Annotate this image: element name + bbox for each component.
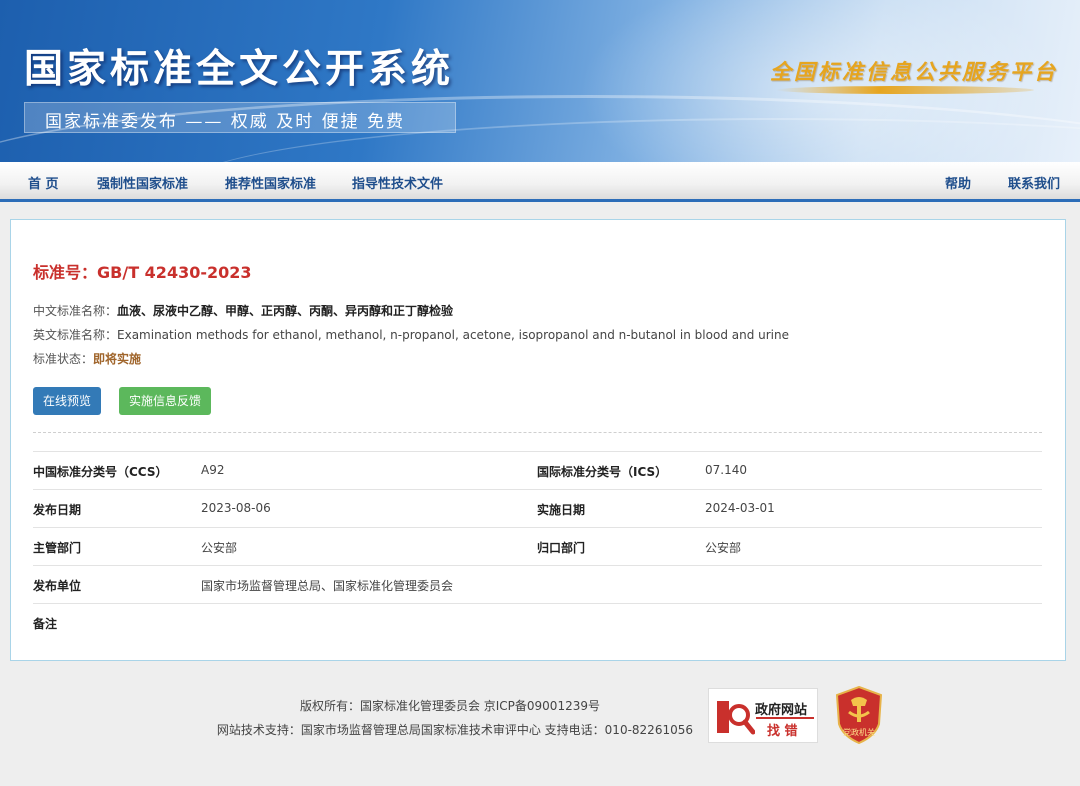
standard-number-label: 标准号： — [33, 263, 98, 282]
platform-brush-stroke — [776, 86, 1034, 94]
status-label: 标准状态： — [33, 352, 94, 366]
implementation-date-label: 实施日期 — [537, 503, 586, 517]
publish-date-value: 2023-08-06 — [201, 501, 271, 515]
nav-item-recommended-standards[interactable]: 推荐性国家标准 — [225, 173, 316, 192]
slogan-text: 国家标准委发布 —— 权威 及时 便捷 免费 — [45, 112, 406, 132]
ccs-value: A92 — [201, 463, 225, 477]
detail-row-remark: 备注 — [33, 603, 1042, 641]
detail-row-issuer: 发布单位 国家市场监督管理总局、国家标准化管理委员会 — [33, 565, 1042, 603]
ccs-label: 中国标准分类号（CCS） — [33, 465, 168, 479]
footer-support: 网站技术支持：国家市场监督管理总局国家标准技术审评中心 支持电话：010-822… — [216, 723, 693, 737]
slogan-box: 国家标准委发布 —— 权威 及时 便捷 免费 — [24, 102, 456, 133]
ics-value: 07.140 — [705, 463, 747, 477]
issuer-value: 国家市场监督管理总局、国家标准化管理委员会 — [201, 579, 454, 593]
competent-dept-label: 主管部门 — [33, 541, 82, 555]
publish-date-label: 发布日期 — [33, 503, 82, 517]
site-title: 国家标准全文公开系统 — [24, 46, 455, 92]
cn-name-value: 血液、尿液中乙醇、甲醇、正丙醇、丙酮、异丙醇和正丁醇检验 — [117, 304, 454, 318]
detail-row-departments: 主管部门 公安部 归口部门 公安部 — [33, 527, 1042, 565]
standard-number: 标准号：GB/T 42430-2023 — [33, 259, 252, 283]
cn-name-row: 中文标准名称：血液、尿液中乙醇、甲醇、正丙醇、丙酮、异丙醇和正丁醇检验 — [33, 302, 453, 319]
technical-owner-label: 归口部门 — [537, 541, 586, 555]
detail-row-dates: 发布日期 2023-08-06 实施日期 2024-03-01 — [33, 489, 1042, 527]
implementation-date-value: 2024-03-01 — [705, 501, 775, 515]
gov-badge-action: 找 错 — [767, 724, 798, 739]
footer-copyright: 版权所有：国家标准化管理委员会 京ICP备09001239号 — [299, 699, 600, 713]
technical-owner-value: 公安部 — [705, 541, 742, 555]
party-gov-organ-badge[interactable]: 党政机关 — [835, 686, 883, 744]
nav-item-contact[interactable]: 联系我们 — [1008, 173, 1060, 192]
platform-name: 全国标准信息公共服务平台 — [770, 59, 1058, 84]
issuer-label: 发布单位 — [33, 579, 82, 593]
gov-badge-underline — [756, 717, 814, 719]
detail-row-classification: 中国标准分类号（CCS） A92 国际标准分类号（ICS） 07.140 — [33, 451, 1042, 489]
standard-number-value: GB/T 42430-2023 — [97, 263, 252, 282]
magnifier-icon — [717, 701, 755, 735]
nav-item-guidance-documents[interactable]: 指导性技术文件 — [352, 173, 443, 192]
nav-item-home[interactable]: 首 页 — [28, 173, 59, 192]
gov-badge-title: 政府网站 — [755, 703, 808, 718]
dashed-divider — [33, 432, 1042, 433]
en-name-label: 英文标准名称： — [33, 328, 118, 342]
status-row: 标准状态：即将实施 — [33, 350, 141, 367]
status-value: 即将实施 — [93, 352, 142, 366]
en-name-value: Examination methods for ethanol, methano… — [117, 328, 790, 342]
nav-item-mandatory-standards[interactable]: 强制性国家标准 — [97, 173, 188, 192]
cn-name-label: 中文标准名称： — [33, 304, 118, 318]
feedback-button[interactable]: 实施信息反馈 — [119, 387, 212, 415]
header-banner: 国家标准全文公开系统 国家标准委发布 —— 权威 及时 便捷 免费 全国标准信息… — [0, 0, 1080, 162]
ics-label: 国际标准分类号（ICS） — [537, 465, 668, 479]
en-name-row: 英文标准名称：Examination methods for ethanol, … — [33, 326, 789, 343]
party-badge-label: 党政机关 — [843, 728, 875, 737]
remark-label: 备注 — [33, 617, 58, 631]
gov-site-error-report-badge[interactable]: 政府网站 找 错 — [708, 688, 818, 743]
online-preview-button[interactable]: 在线预览 — [33, 387, 102, 415]
standard-detail-panel: 标准号：GB/T 42430-2023 中文标准名称：血液、尿液中乙醇、甲醇、正… — [10, 219, 1066, 661]
competent-dept-value: 公安部 — [201, 541, 238, 555]
nav-item-help[interactable]: 帮助 — [945, 173, 971, 192]
main-nav: 首 页 强制性国家标准 推荐性国家标准 指导性技术文件 帮助 联系我们 — [0, 162, 1080, 202]
